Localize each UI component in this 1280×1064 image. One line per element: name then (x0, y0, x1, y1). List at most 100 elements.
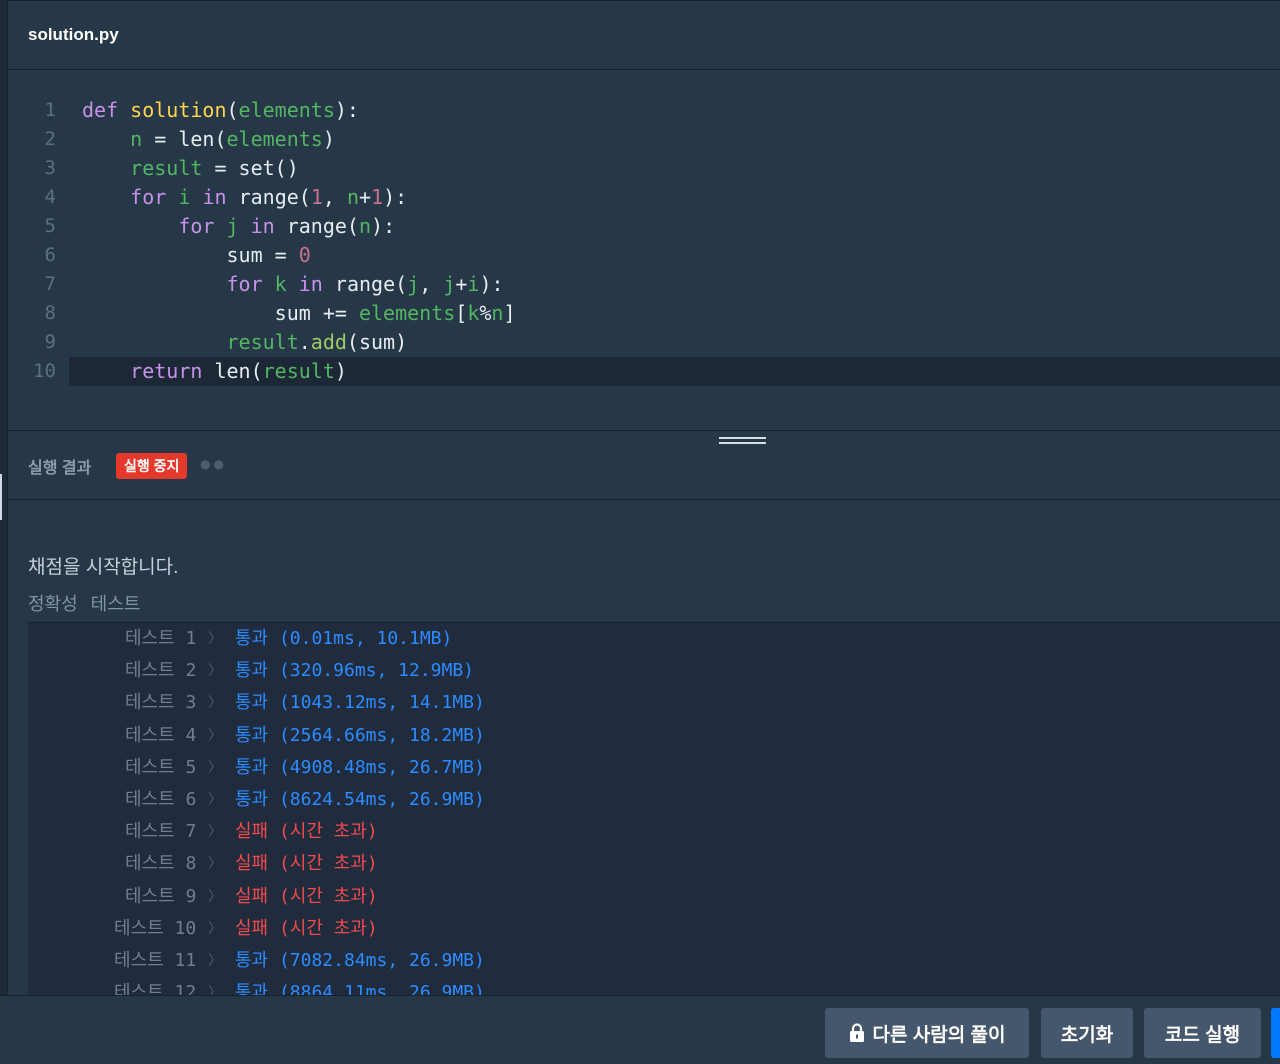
line-number: 7 (44, 273, 56, 295)
code-line: 9 result.add(sum) (8, 328, 1280, 357)
test-result-row[interactable]: 테스트 11 〉 통과 (7082.84ms, 26.9MB) (28, 945, 1280, 977)
code-text: result = set() (130, 156, 299, 180)
chevron-right-icon: 〉 (208, 663, 222, 680)
line-number: 2 (44, 128, 56, 150)
code-text: sum = 0 (82, 243, 311, 267)
test-label: 테스트 8 (125, 853, 197, 875)
test-result-text: 실패 (시간 초과) (235, 821, 378, 843)
run-code-button[interactable]: 코드 실행 (1144, 1008, 1261, 1058)
chevron-right-icon: 〉 (208, 888, 222, 905)
run-code-label: 코드 실행 (1164, 1024, 1241, 1046)
code-line: 8 sum += elements[k%n] (8, 299, 1280, 328)
lock-icon (849, 1023, 864, 1042)
line-number: 3 (44, 157, 56, 179)
test-label: 테스트 11 (114, 950, 197, 971)
chevron-right-icon: 〉 (208, 856, 222, 873)
test-label: 테스트 9 (125, 885, 197, 907)
chevron-right-icon: 〉 (208, 824, 222, 841)
chevron-right-icon: 〉 (208, 953, 222, 969)
grading-message: 채점을 시작합니다. (28, 557, 179, 578)
reset-label: 초기화 (1060, 1024, 1114, 1046)
code-text: result.add(sum) (226, 330, 408, 354)
code-line: 6 sum = 0 (8, 241, 1280, 270)
chevron-right-icon: 〉 (208, 631, 222, 647)
file-tab[interactable]: solution.py (28, 25, 119, 45)
line-number: 4 (44, 186, 56, 208)
chevron-right-icon: 〉 (208, 792, 222, 808)
view-others-solution-button[interactable]: 다른 사람의 풀이 (825, 1008, 1029, 1058)
chevron-right-icon: 〉 (208, 920, 222, 937)
test-result-text: 통과 (2564.66ms, 18.2MB) (235, 724, 485, 746)
test-result-text: 통과 (8624.54ms, 26.9MB) (235, 789, 485, 810)
code-text: for j in range(n): (178, 214, 396, 238)
code-line: 5 for j in range(n): (8, 212, 1280, 241)
chevron-right-icon: 〉 (208, 695, 222, 712)
test-result-row[interactable]: 테스트 4 〉 통과 (2564.66ms, 18.2MB) (28, 720, 1280, 752)
test-label: 테스트 5 (125, 756, 197, 778)
code-line: 4 for i in range(1, n+1): (8, 183, 1280, 212)
test-result-text: 통과 (8864.11ms, 26.9MB) (235, 982, 485, 995)
test-label: 테스트 10 (114, 917, 197, 939)
code-editor[interactable]: 1 def solution(elements): 2 n = len(elem… (8, 71, 1280, 431)
test-results: 테스트 1 〉 통과 (0.01ms, 10.1MB) 테스트 2 〉 통과 (320.9… (28, 622, 1280, 995)
editor-header: solution.py (8, 0, 1280, 70)
code-line: 1 def solution(elements): (8, 96, 1280, 125)
test-label: 테스트 2 (125, 660, 197, 682)
line-number: 5 (44, 215, 56, 237)
chevron-right-icon: 〉 (208, 727, 222, 744)
test-result-text: 실패 (시간 초과) (235, 853, 378, 875)
loading-dots-icon: ●● (200, 457, 227, 471)
test-result-row[interactable]: 테스트 5 〉 통과 (4908.48ms, 26.7MB) (28, 752, 1280, 784)
footer-toolbar: 다른 사람의 풀이 초기화 코드 실행 (0, 995, 1280, 1064)
test-result-text: 통과 (320.96ms, 12.9MB) (235, 660, 475, 682)
chevron-right-icon: 〉 (208, 759, 222, 776)
code-text: n = len(elements) (130, 127, 335, 151)
test-label: 테스트 3 (125, 692, 197, 714)
test-result-row[interactable]: 테스트 2 〉 통과 (320.96ms, 12.9MB) (28, 655, 1280, 687)
test-result-row[interactable]: 테스트 6 〉 통과 (8624.54ms, 26.9MB) (28, 784, 1280, 816)
line-number: 1 (44, 99, 56, 121)
code-line: 3 result = set() (8, 154, 1280, 183)
stop-run-button[interactable]: 실행 중지 (116, 453, 188, 479)
submit-button[interactable] (1271, 1008, 1280, 1058)
test-label: 테스트 12 (114, 982, 197, 995)
test-result-row[interactable]: 테스트 9 〉 실패 (시간 초과) (28, 881, 1280, 913)
output-panel: 채점을 시작합니다. 정확성 테스트 테스트 1 〉 통과 (0.01ms, 10.… (8, 500, 1280, 995)
code-line: 7 for k in range(j, j+i): (8, 270, 1280, 299)
code-line: 10 return len(result) (8, 357, 1280, 386)
line-number: 9 (44, 331, 56, 353)
test-result-row[interactable]: 테스트 3 〉 통과 (1043.12ms, 14.1MB) (28, 687, 1280, 719)
test-result-row[interactable]: 테스트 8 〉 실패 (시간 초과) (28, 848, 1280, 880)
code-text: for k in range(j, j+i): (226, 272, 504, 296)
line-number: 10 (33, 360, 56, 382)
chevron-right-icon: 〉 (208, 985, 222, 995)
test-result-text: 통과 (1043.12ms, 14.1MB) (235, 692, 485, 714)
test-result-text: 통과 (7082.84ms, 26.9MB) (235, 950, 485, 971)
side-indicator (0, 474, 2, 520)
test-result-text: 실패 (시간 초과) (235, 885, 378, 907)
reset-button[interactable]: 초기화 (1041, 1008, 1133, 1058)
test-label: 테스트 6 (125, 789, 197, 810)
view-others-solution-label: 다른 사람의 풀이 (872, 1024, 1006, 1046)
code-text: return len(result) (130, 359, 347, 383)
test-label: 테스트 4 (125, 724, 197, 746)
resize-handle-icon[interactable] (719, 437, 766, 446)
test-result-row[interactable]: 테스트 12 〉 통과 (8864.11ms, 26.9MB) (28, 977, 1280, 995)
test-result-row[interactable]: 테스트 7 〉 실패 (시간 초과) (28, 816, 1280, 848)
result-title: 실행 결과 (28, 460, 92, 477)
code-line: 2 n = len(elements) (8, 125, 1280, 154)
result-panel-header: 실행 결과 실행 중지 ●● (8, 430, 1280, 500)
code-text: sum += elements[k%n] (82, 301, 516, 325)
line-number: 8 (44, 302, 56, 324)
test-result-text: 통과 (4908.48ms, 26.7MB) (235, 756, 485, 778)
test-result-text: 통과 (0.01ms, 10.1MB) (235, 628, 453, 649)
code-text: def solution(elements): (82, 98, 359, 122)
test-label: 테스트 7 (125, 821, 197, 843)
test-result-row[interactable]: 테스트 1 〉 통과 (0.01ms, 10.1MB) (28, 623, 1280, 655)
test-result-text: 실패 (시간 초과) (235, 917, 378, 939)
line-number: 6 (44, 244, 56, 266)
section-label: 정확성 테스트 (28, 594, 141, 614)
test-result-row[interactable]: 테스트 10 〉 실패 (시간 초과) (28, 913, 1280, 945)
code-text: for i in range(1, n+1): (130, 185, 408, 209)
test-label: 테스트 1 (125, 628, 197, 649)
